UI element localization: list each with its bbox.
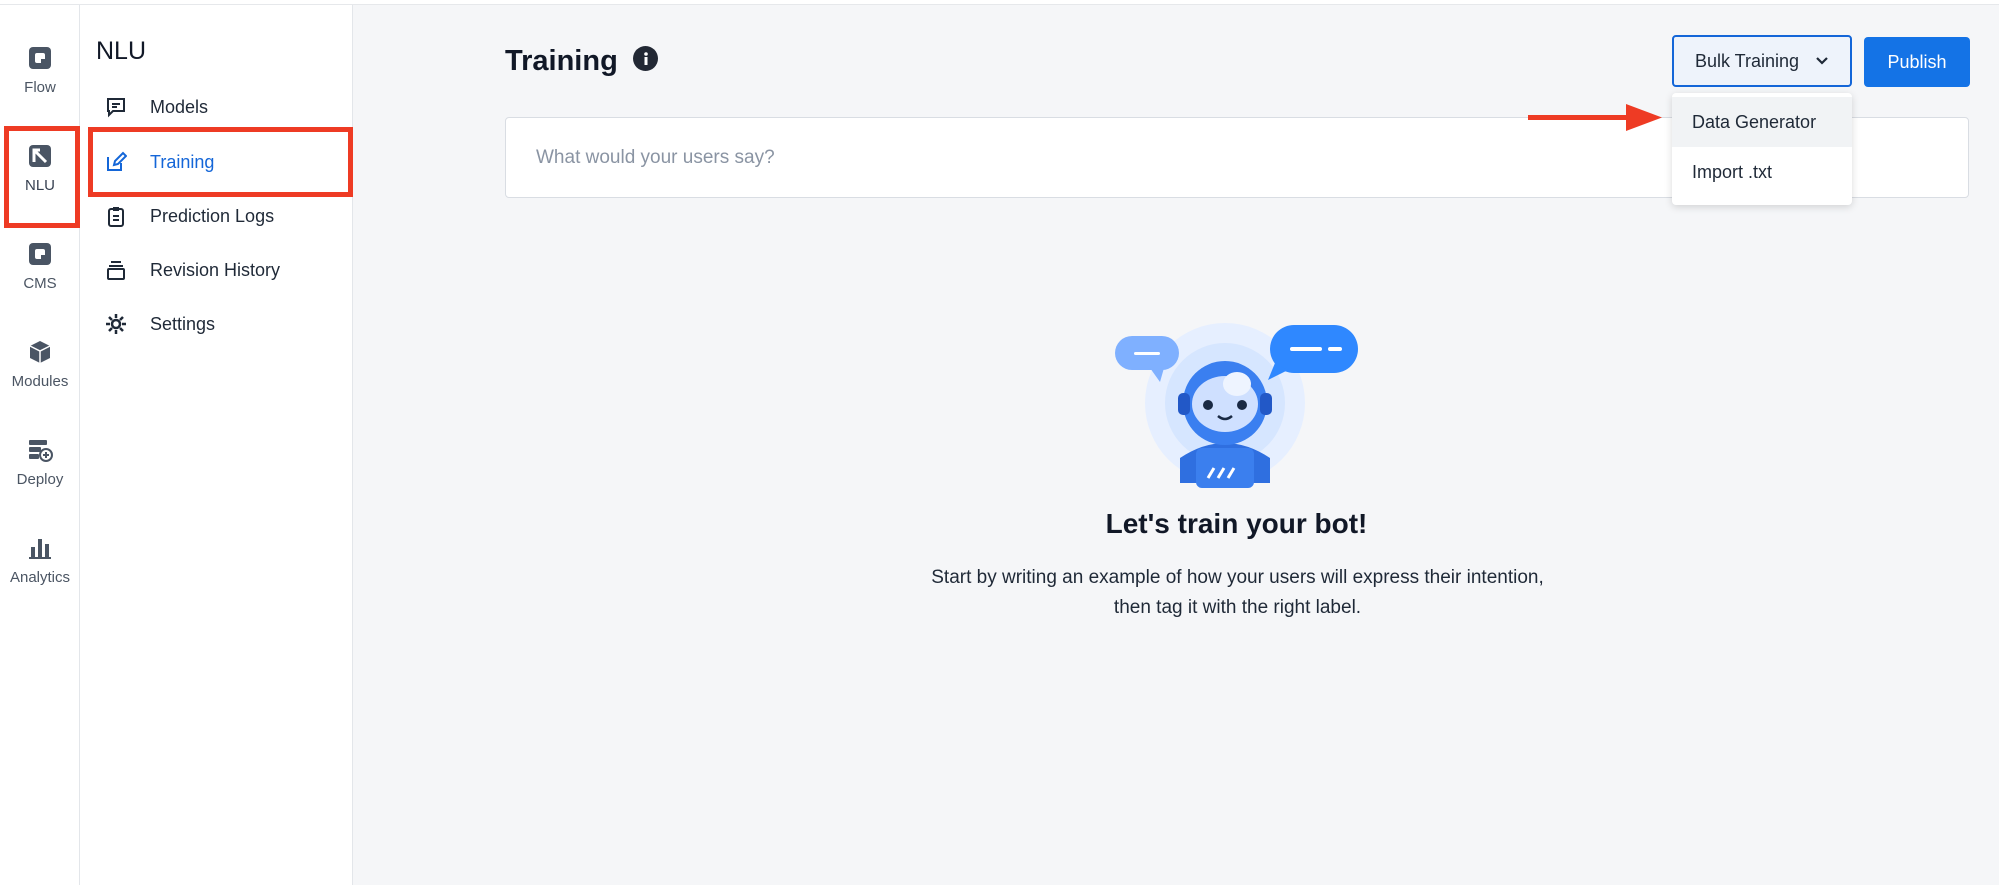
nlu-subnav: NLU Models Training Prediction Logs Revi… — [80, 5, 353, 885]
rail-item-label: Modules — [11, 373, 69, 390]
chat-box-icon — [104, 95, 128, 119]
empty-state-description: Start by writing an example of how your … — [880, 563, 1595, 623]
app-window: Flow NLU CMS Modules Deploy Analytics NL… — [0, 0, 1999, 885]
icon-rail: Flow NLU CMS Modules Deploy Analytics — [0, 5, 80, 885]
rail-item-flow[interactable]: Flow — [0, 5, 80, 96]
rail-item-modules[interactable]: Modules — [0, 299, 80, 390]
empty-state-title: Let's train your bot! — [1105, 508, 1368, 539]
nlu-icon — [25, 143, 55, 169]
rail-item-label: Flow — [24, 79, 56, 96]
empty-state-desc-line1: Start by writing an example of how your … — [931, 567, 1544, 588]
subnav-item-label: Prediction Logs — [150, 205, 275, 226]
bulk-training-label: Bulk Training — [1694, 50, 1800, 71]
clipboard-icon — [104, 204, 128, 228]
subnav-item-models[interactable]: Models — [104, 87, 344, 127]
dropdown-item-import-txt[interactable]: Import .txt — [1672, 147, 1852, 197]
bulk-training-button[interactable]: Bulk Training — [1672, 35, 1852, 87]
robot-illustration — [1115, 323, 1358, 488]
subnav-item-revision-history[interactable]: Revision History — [104, 250, 344, 290]
subnav-item-prediction-logs[interactable]: Prediction Logs — [104, 196, 344, 236]
subnav-item-label: Training — [150, 151, 215, 172]
dropdown-item-data-generator[interactable]: Data Generator — [1672, 97, 1852, 147]
rail-item-nlu[interactable]: NLU — [0, 103, 80, 194]
subnav-item-label: Models — [150, 96, 209, 117]
empty-state-desc-line2: then tag it with the right label. — [1113, 597, 1362, 618]
rail-item-label: Deploy — [16, 471, 64, 488]
bulk-training-dropdown: Data Generator Import .txt — [1672, 93, 1852, 205]
stack-icon — [104, 258, 128, 282]
info-icon[interactable] — [633, 46, 658, 71]
modules-icon — [25, 339, 55, 365]
cms-icon — [25, 241, 55, 267]
chevron-down-icon — [1816, 57, 1828, 65]
subnav-item-label: Settings — [150, 313, 216, 334]
rail-item-deploy[interactable]: Deploy — [0, 397, 80, 488]
publish-button[interactable]: Publish — [1864, 37, 1970, 87]
rail-item-label: CMS — [23, 275, 57, 292]
subnav-title: NLU — [96, 37, 147, 65]
subnav-item-training[interactable]: Training — [104, 142, 344, 182]
rail-item-label: Analytics — [9, 569, 71, 586]
gear-icon — [104, 312, 128, 336]
edit-icon — [104, 150, 128, 174]
rail-item-cms[interactable]: CMS — [0, 201, 80, 292]
annotation-arrow — [1528, 104, 1662, 131]
subnav-item-settings[interactable]: Settings — [104, 304, 344, 344]
rail-item-label: NLU — [24, 177, 55, 194]
flow-icon — [25, 45, 55, 71]
page-title: Training — [505, 45, 618, 77]
subnav-item-label: Revision History — [150, 259, 281, 280]
deploy-icon — [25, 437, 55, 463]
